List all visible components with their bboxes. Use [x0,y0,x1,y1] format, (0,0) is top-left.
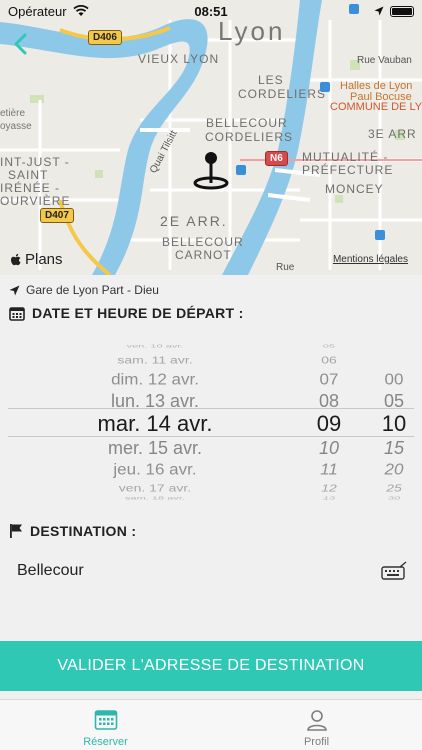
road-badge-d406: D406 [88,30,122,45]
metro-icon [236,165,246,175]
map-label-2e-arr: 2E ARR. [160,213,228,229]
picker-hour-option[interactable]: 12 [300,482,358,493]
map-view[interactable]: Lyon VIEUX LYON LES CORDELIERS BELLECOUR… [0,0,422,275]
map-label-bellecour-carnot: BELLECOUR [162,235,244,249]
location-arrow-icon [9,285,20,295]
battery-icon [390,5,414,17]
picker-hour-option[interactable]: 10 [300,438,358,459]
map-label-fourviere: OURVIÈRE [0,194,71,208]
metro-icon [320,82,330,92]
road-badge-n6: N6 [265,151,288,166]
picker-hour-option[interactable]: 09 [300,411,358,437]
location-pin-icon [193,152,229,190]
picker-minute-option[interactable]: 25 [365,482,422,493]
hour-wheel[interactable]: 05 06 07 08 09 10 11 12 13 [300,340,358,500]
validate-destination-button[interactable]: VALIDER L'ADRESSE DE DESTINATION [0,641,422,691]
destination-value[interactable]: Bellecour [17,562,84,580]
picker-date-option[interactable]: lun. 13 avr. [60,391,250,412]
map-label-saint-just: INT-JUST - [0,155,70,169]
map-label-commune: COMMUNE DE LYON [330,101,422,113]
map-label-carnot: CARNOT [175,248,232,262]
location-arrow-icon [374,6,384,16]
map-label-prefecture: PRÉFECTURE [302,163,394,177]
wifi-icon [72,5,89,16]
map-label-saint: SAINT [8,168,49,182]
calendar-icon [9,306,25,321]
map-label-vieux-lyon: VIEUX LYON [138,52,220,66]
picker-date-option[interactable]: mar. 14 avr. [60,411,250,437]
map-label-rue-vauban: Rue Vauban [357,55,412,66]
destination-heading: DESTINATION : [9,523,136,539]
clock: 08:51 [194,3,228,19]
picker-minute-option[interactable]: 10 [365,411,422,437]
flag-icon [10,524,22,538]
legal-link[interactable]: Mentions légales [333,254,408,265]
date-wheel[interactable]: ven. 10 avr. sam. 11 avr. dim. 12 avr. lun.… [60,340,250,500]
picker-hour-option[interactable]: 08 [300,391,358,412]
map-label-cemetery-1: etière [0,108,26,119]
picker-hour-option[interactable]: 11 [300,461,358,479]
picker-hour-option[interactable]: 07 [300,371,358,389]
calendar-icon [94,710,117,730]
picker-date-option[interactable]: ven. 10 avr. [60,343,250,348]
picker-hour-option[interactable]: 05 [300,343,358,348]
tab-profil-label: Profil [303,736,330,748]
map-label-irenee: IRÉNÉE - [0,181,61,195]
destination-field[interactable]: Bellecour [17,558,407,584]
maps-brand-label: Plans [25,251,63,268]
picker-minute-option[interactable]: 00 [365,371,422,389]
map-label-bellecour: BELLECOUR [206,116,288,130]
map-label-cordeliers: CORDELIERS [238,87,327,101]
road-badge-d407: D407 [40,208,74,223]
apple-logo-icon [11,253,21,265]
picker-date-option[interactable]: mer. 15 avr. [60,438,250,459]
datetime-picker[interactable]: ven. 10 avr. sam. 11 avr. dim. 12 avr. lun.… [0,340,422,500]
carrier-label: Opérateur [8,3,67,19]
departure-heading: DATE ET HEURE DE DÉPART : [9,305,244,321]
status-bar: Opérateur 08:51 [0,0,422,22]
map-label-cemetery-2: oyasse [0,121,32,132]
picker-date-option[interactable]: sam. 18 avr. [60,495,250,500]
tab-reserver-label: Réserver [83,736,128,748]
current-location-label: Gare de Lyon Part - Dieu [26,283,159,297]
picker-minute-option[interactable]: 15 [365,438,422,459]
map-label-3e-arr: 3E ARR [368,127,417,141]
picker-date-option[interactable]: sam. 11 avr. [60,354,250,365]
map-label-rue: Rue [276,262,295,273]
tab-reserver[interactable]: Réserver [0,700,211,750]
map-label-moncey: MONCEY [325,182,384,196]
metro-icon [375,230,385,240]
map-label-mutualite: MUTUALITÉ - [302,150,389,164]
person-icon [306,710,327,731]
picker-date-option[interactable]: dim. 12 avr. [60,371,250,389]
destination-heading-label: DESTINATION : [30,523,137,539]
current-location: Gare de Lyon Part - Dieu [9,283,159,297]
picker-date-option[interactable]: ven. 17 avr. [60,482,250,493]
map-label-les: LES [258,73,284,87]
chevron-left-icon [14,33,27,55]
back-button[interactable] [8,30,36,58]
picker-hour-option[interactable]: 13 [300,495,358,500]
departure-heading-label: DATE ET HEURE DE DÉPART : [32,305,244,321]
picker-minute-option[interactable]: 05 [365,391,422,412]
picker-minute-option[interactable]: 20 [365,461,422,479]
keyboard-icon[interactable] [381,561,407,581]
picker-hour-option[interactable]: 06 [300,354,358,365]
tab-bar: Réserver Profil [0,699,422,750]
maps-brand: Plans [10,251,63,268]
minute-wheel[interactable]: 00 05 10 15 20 25 30 [365,340,422,500]
picker-minute-option[interactable]: 30 [365,495,422,500]
tab-profil[interactable]: Profil [211,700,422,750]
map-label-cordeliers-2: CORDELIERS [205,130,294,144]
picker-date-option[interactable]: jeu. 16 avr. [60,461,250,479]
